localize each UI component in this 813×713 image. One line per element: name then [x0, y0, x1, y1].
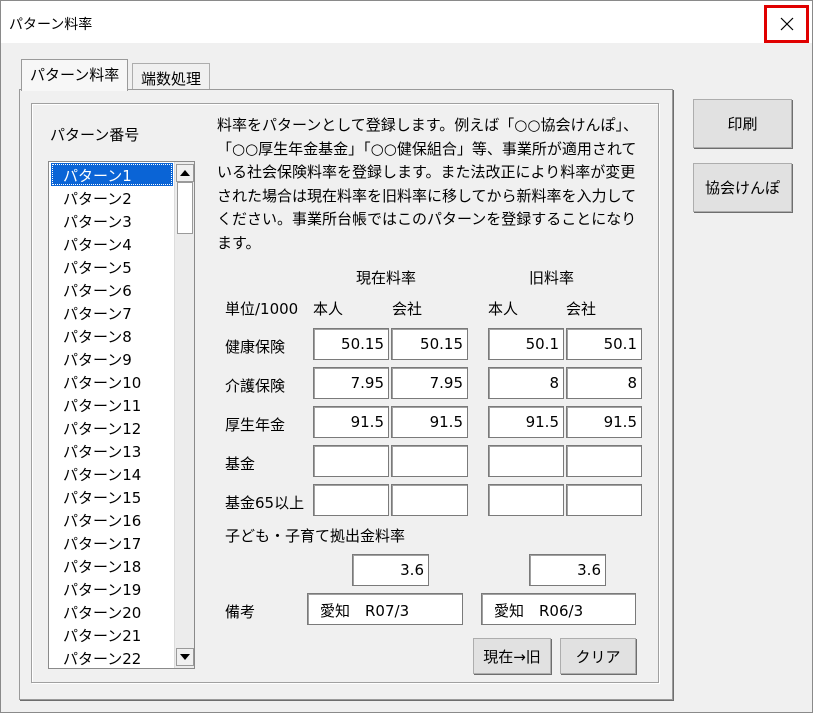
rate-field-cur-person[interactable]: 7.95 — [313, 367, 389, 399]
pattern-listbox[interactable]: パターン1 パターン2 パターン3 パターン4 パターン5 パターン6 パターン7 パターン8… — [48, 161, 195, 669]
rate-field-cur-company[interactable] — [391, 484, 468, 516]
list-item[interactable]: パターン9 — [51, 347, 173, 370]
rate-field-old-person[interactable]: 91.5 — [488, 406, 564, 438]
unit-label: 単位/1000 — [225, 300, 299, 318]
old-rate-header: 旧料率 — [529, 269, 575, 287]
rate-field-old-person[interactable] — [488, 484, 564, 516]
child-rate-current-field[interactable]: 3.6 — [352, 554, 429, 586]
list-item[interactable]: パターン3 — [51, 209, 173, 232]
rate-field-old-company[interactable]: 50.1 — [566, 328, 642, 360]
list-item[interactable]: パターン12 — [51, 416, 173, 439]
tab-pattern-rate[interactable]: パターン料率 — [21, 59, 129, 91]
list-item[interactable]: パターン19 — [51, 577, 173, 600]
rate-row-label: 基金 — [225, 455, 256, 473]
rate-row-label: 基金65以上 — [225, 494, 305, 512]
kyokai-kenpo-button[interactable]: 協会けんぽ — [693, 163, 792, 212]
move-to-old-button[interactable]: 現在→旧 — [473, 638, 551, 674]
list-title: パターン番号 — [50, 126, 140, 144]
rate-field-old-company[interactable]: 91.5 — [566, 406, 642, 438]
list-scrollbar[interactable] — [174, 162, 194, 668]
rate-field-cur-person[interactable] — [313, 445, 389, 477]
child-rate-label: 子ども・子育て拠出金料率 — [225, 527, 406, 545]
rate-row-label: 健康保険 — [225, 338, 286, 356]
old-company-label: 会社 — [566, 300, 597, 318]
list-item[interactable]: パターン1 — [51, 163, 173, 186]
current-person-label: 本人 — [313, 300, 344, 318]
rate-row-label: 介護保険 — [225, 377, 286, 395]
list-item[interactable]: パターン17 — [51, 531, 173, 554]
arrow-down-icon — [180, 654, 190, 660]
rate-field-old-company[interactable] — [566, 484, 642, 516]
current-rate-header: 現在料率 — [356, 269, 417, 287]
arrow-up-icon — [180, 170, 190, 176]
rate-field-cur-company[interactable]: 50.15 — [391, 328, 468, 360]
current-company-label: 会社 — [392, 300, 423, 318]
rate-field-cur-person[interactable]: 91.5 — [313, 406, 389, 438]
list-item[interactable]: パターン15 — [51, 485, 173, 508]
list-item[interactable]: パターン20 — [51, 600, 173, 623]
rate-field-old-person[interactable]: 50.1 — [488, 328, 564, 360]
list-item[interactable]: パターン10 — [51, 370, 173, 393]
note-current-field[interactable]: 愛知 R07/3 — [307, 593, 463, 625]
rate-row-label: 厚生年金 — [225, 416, 286, 434]
list-item[interactable]: パターン4 — [51, 232, 173, 255]
list-item[interactable]: パターン7 — [51, 301, 173, 324]
note-old-field[interactable]: 愛知 R06/3 — [481, 593, 636, 625]
list-item[interactable]: パターン16 — [51, 508, 173, 531]
rate-field-cur-person[interactable]: 50.15 — [313, 328, 389, 360]
rate-field-cur-company[interactable]: 91.5 — [391, 406, 468, 438]
list-item[interactable]: パターン22 — [51, 646, 173, 668]
tab-rounding[interactable]: 端数処理 — [132, 63, 211, 91]
dialog-window: パターン料率 パターン料率 端数処理 パターン番号 パターン1 パターン2 パターン… — [0, 0, 813, 713]
list-item[interactable]: パターン2 — [51, 186, 173, 209]
close-button[interactable] — [764, 5, 809, 43]
close-icon — [780, 17, 793, 31]
clear-button[interactable]: クリア — [560, 638, 636, 674]
scroll-up-button[interactable] — [176, 164, 194, 182]
list-item[interactable]: パターン5 — [51, 255, 173, 278]
list-item[interactable]: パターン13 — [51, 439, 173, 462]
window-title: パターン料率 — [9, 17, 93, 33]
print-button[interactable]: 印刷 — [693, 99, 792, 148]
list-item[interactable]: パターン14 — [51, 462, 173, 485]
list-item[interactable]: パターン6 — [51, 278, 173, 301]
scroll-down-button[interactable] — [176, 648, 194, 666]
list-item[interactable]: パターン21 — [51, 623, 173, 646]
list-item[interactable]: パターン8 — [51, 324, 173, 347]
rate-field-old-person[interactable] — [488, 445, 564, 477]
description-text: 料率をパターンとして登録します。例えば「○○協会けんぽ」、「○○厚生年金基金」「… — [217, 116, 638, 252]
scroll-thumb[interactable] — [177, 182, 193, 234]
rate-field-cur-company[interactable] — [391, 445, 468, 477]
rate-field-old-person[interactable]: 8 — [488, 367, 564, 399]
child-rate-old-field[interactable]: 3.6 — [529, 554, 606, 586]
rate-field-old-company[interactable]: 8 — [566, 367, 642, 399]
rate-field-cur-company[interactable]: 7.95 — [391, 367, 468, 399]
rate-field-old-company[interactable] — [566, 445, 642, 477]
note-label: 備考 — [225, 603, 256, 621]
title-bar: パターン料率 — [1, 1, 812, 43]
old-person-label: 本人 — [488, 300, 519, 318]
list-item[interactable]: パターン11 — [51, 393, 173, 416]
rate-field-cur-person[interactable] — [313, 484, 389, 516]
list-item[interactable]: パターン18 — [51, 554, 173, 577]
